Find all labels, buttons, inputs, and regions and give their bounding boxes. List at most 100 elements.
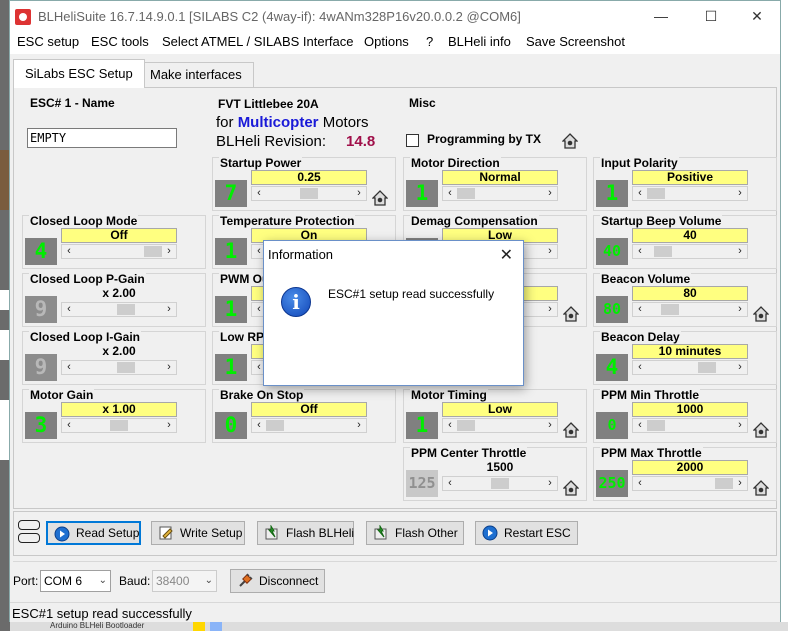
chevron-left-icon[interactable]: ‹ [443, 419, 457, 432]
chevron-left-icon[interactable]: ‹ [62, 303, 76, 316]
closed-loop-p-gain-slider[interactable]: ‹ › [61, 302, 177, 317]
slider-thumb[interactable] [653, 246, 672, 257]
menu-options[interactable]: Options [364, 34, 409, 49]
chevron-right-icon[interactable]: › [543, 187, 557, 200]
chevron-left-icon[interactable]: ‹ [633, 477, 647, 490]
chevron-right-icon[interactable]: › [733, 303, 747, 316]
port-select[interactable]: COM 6 ⌄ [40, 570, 111, 592]
chevron-left-icon[interactable]: ‹ [633, 245, 647, 258]
chevron-left-icon[interactable]: ‹ [252, 187, 266, 200]
baud-select[interactable]: 38400 ⌄ [152, 570, 217, 592]
slider-thumb[interactable] [266, 420, 284, 431]
slider-thumb[interactable] [110, 420, 128, 431]
chevron-right-icon[interactable]: › [162, 303, 176, 316]
slider-thumb[interactable] [144, 246, 162, 257]
house-icon[interactable] [562, 133, 578, 149]
slider-thumb[interactable] [116, 304, 135, 315]
chevron-right-icon[interactable]: › [543, 245, 557, 258]
closed-loop-i-gain-slider[interactable]: ‹ › [61, 360, 177, 375]
chevron-right-icon[interactable]: › [733, 187, 747, 200]
house-icon[interactable] [563, 422, 579, 438]
chevron-right-icon[interactable]: › [352, 419, 366, 432]
house-icon[interactable] [563, 306, 579, 322]
chevron-left-icon[interactable]: ‹ [62, 419, 76, 432]
chevron-left-icon[interactable]: ‹ [443, 477, 457, 490]
chevron-left-icon[interactable]: ‹ [62, 361, 76, 374]
house-icon[interactable] [563, 480, 579, 496]
menu-select-interface[interactable]: Select ATMEL / SILABS Interface [162, 34, 353, 49]
chevron-right-icon[interactable]: › [543, 303, 557, 316]
slider-thumb[interactable] [457, 420, 475, 431]
chevron-left-icon[interactable]: ‹ [62, 245, 76, 258]
chevron-right-icon[interactable]: › [733, 419, 747, 432]
slider-thumb[interactable] [715, 478, 733, 489]
chevron-left-icon[interactable]: ‹ [252, 419, 266, 432]
startup-beep-volume-slider[interactable]: ‹ › [632, 244, 748, 259]
motor-gain-slider[interactable]: ‹ › [61, 418, 177, 433]
chevron-right-icon[interactable]: › [733, 245, 747, 258]
house-icon[interactable] [753, 480, 769, 496]
closed-loop-mode-slider[interactable]: ‹ › [61, 244, 177, 259]
house-icon[interactable] [372, 190, 388, 206]
ppm-center-throttle-value: 1500 [486, 460, 514, 474]
tab-silabs-esc-setup[interactable]: SiLabs ESC Setup [13, 59, 145, 88]
beacon-volume-slider[interactable]: ‹ › [632, 302, 748, 317]
chevron-left-icon[interactable]: ‹ [633, 361, 647, 374]
maximize-button[interactable]: ☐ [688, 1, 734, 32]
slider-thumb[interactable] [647, 420, 665, 431]
chevron-right-icon[interactable]: › [352, 187, 366, 200]
beacon-delay-slider[interactable]: ‹ › [632, 360, 748, 375]
menu-esc-tools[interactable]: ESC tools [91, 34, 149, 49]
chevron-right-icon[interactable]: › [162, 245, 176, 258]
slider-thumb[interactable] [116, 362, 135, 373]
chevron-right-icon[interactable]: › [733, 361, 747, 374]
ppm-min-throttle-slider[interactable]: ‹ › [632, 418, 748, 433]
ppm-max-throttle-slider[interactable]: ‹ › [632, 476, 748, 491]
menu-save-screenshot[interactable]: Save Screenshot [526, 34, 625, 49]
ppm-center-throttle-slider[interactable]: ‹ › [442, 476, 558, 491]
slider-thumb[interactable] [647, 188, 665, 199]
input-polarity-slider[interactable]: ‹ › [632, 186, 748, 201]
minimize-button[interactable]: — [638, 1, 684, 32]
chevron-right-icon[interactable]: › [543, 419, 557, 432]
esc-select-icon[interactable] [18, 520, 40, 546]
chevron-right-icon[interactable]: › [162, 361, 176, 374]
motor-timing-slider[interactable]: ‹ › [442, 418, 558, 433]
slider-thumb[interactable] [491, 478, 509, 489]
chevron-right-icon[interactable]: › [733, 477, 747, 490]
slider-thumb[interactable] [698, 362, 716, 373]
chevron-left-icon[interactable]: ‹ [633, 187, 647, 200]
write-setup-button[interactable]: Write Setup [151, 521, 245, 545]
esc-name-input[interactable] [27, 128, 177, 148]
restart-esc-button[interactable]: Restart ESC [475, 521, 578, 545]
chevron-left-icon[interactable]: ‹ [633, 303, 647, 316]
chevron-left-icon[interactable]: ‹ [633, 419, 647, 432]
brake-on-stop-slider[interactable]: ‹ › [251, 418, 367, 433]
dialog-close-button[interactable]: ✕ [500, 245, 513, 265]
programming-by-tx-checkbox[interactable] [406, 134, 419, 147]
chevron-right-icon[interactable]: › [162, 419, 176, 432]
chevron-left-icon[interactable]: ‹ [443, 187, 457, 200]
motor-direction-slider[interactable]: ‹ › [442, 186, 558, 201]
slider-thumb[interactable] [457, 188, 475, 199]
flash-blheli-button[interactable]: Flash BLHeli [257, 521, 354, 545]
menu-esc-setup[interactable]: ESC setup [17, 34, 79, 49]
close-button[interactable]: ✕ [734, 1, 780, 32]
house-icon[interactable] [753, 306, 769, 322]
startup-power-slider[interactable]: ‹ › [251, 186, 367, 201]
startup-power-title: Startup Power [219, 156, 303, 170]
slider-thumb[interactable] [660, 304, 679, 315]
flash-other-button[interactable]: Flash Other [366, 521, 464, 545]
disconnect-button[interactable]: Disconnect [230, 569, 325, 593]
flash-other-label: Flash Other [395, 526, 458, 540]
menu-blheli-info[interactable]: BLHeli info [448, 34, 511, 49]
slider-thumb[interactable] [300, 188, 318, 199]
chevron-right-icon[interactable]: › [543, 477, 557, 490]
menu-help[interactable]: ? [426, 34, 433, 49]
closed-loop-p-gain-value: x 2.00 [102, 286, 136, 300]
read-setup-button[interactable]: Read Setup [46, 521, 141, 545]
title-bar: BLHeliSuite 16.7.14.9.0.1 [SILABS C2 (4w… [10, 1, 780, 32]
house-icon[interactable] [753, 422, 769, 438]
startup-beep-volume-title: Startup Beep Volume [600, 214, 723, 228]
tab-make-interfaces[interactable]: Make interfaces [138, 62, 254, 87]
